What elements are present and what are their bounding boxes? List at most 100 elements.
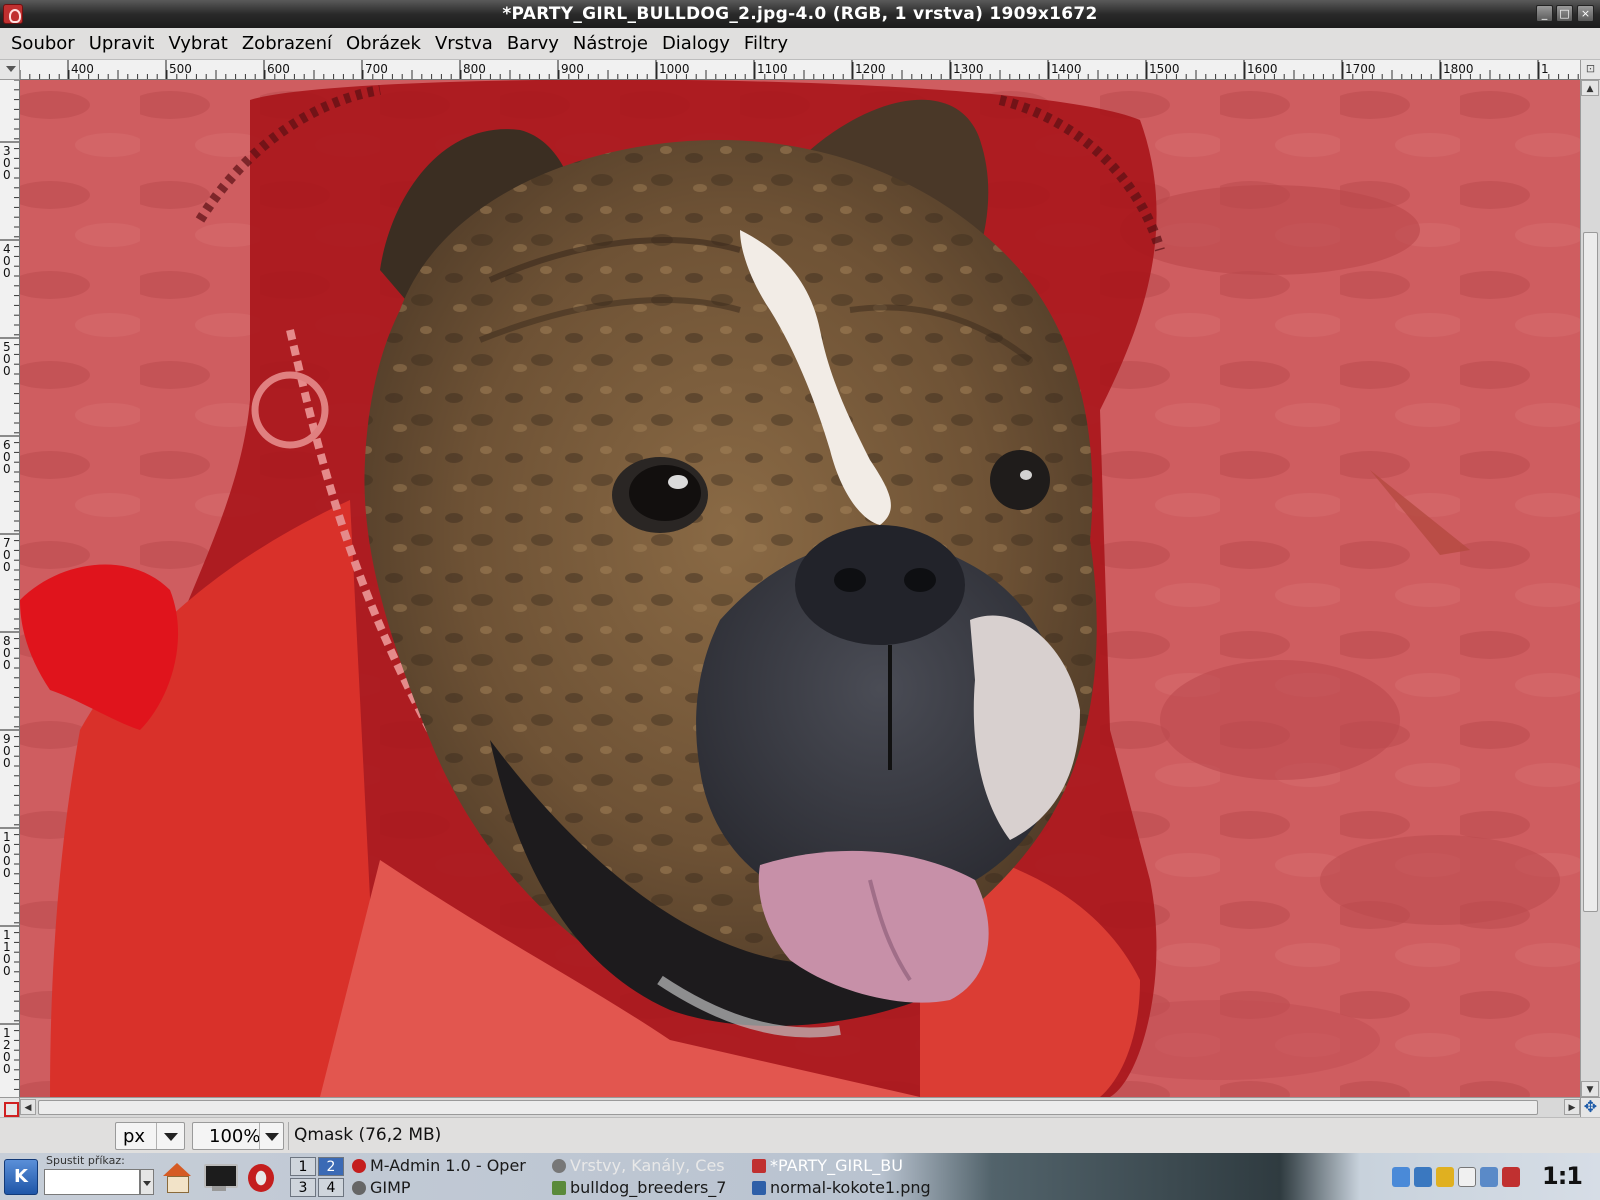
gimp-wilber-icon (752, 1159, 766, 1173)
ruler-tick-label: 600 (3, 438, 11, 476)
navigate-icon[interactable]: ✥ (1580, 1097, 1600, 1117)
statusbar: px 100% Qmask (76,2 MB) (0, 1117, 1600, 1153)
ruler-tick-label: 800 (3, 634, 11, 672)
klipper-icon[interactable] (1436, 1167, 1454, 1187)
chevron-down-icon[interactable] (156, 1123, 184, 1149)
menu-vybrat[interactable]: Vybrat (161, 33, 234, 54)
menu-upravit[interactable]: Upravit (82, 33, 162, 54)
close-icon[interactable]: × (1577, 5, 1594, 22)
clock[interactable]: 1:1 (1542, 1162, 1583, 1190)
command-input[interactable] (44, 1169, 140, 1195)
desktop-1[interactable]: 1 (290, 1157, 316, 1176)
gimp-eye-icon (552, 1159, 566, 1173)
menu-zobrazeni[interactable]: Zobrazení (235, 33, 339, 54)
horizontal-scrollbar[interactable]: ◀ ▶ (20, 1097, 1580, 1117)
zoom-select[interactable]: 100% (192, 1122, 284, 1150)
vertical-scrollbar[interactable]: ▲ ▼ (1580, 80, 1600, 1097)
home-folder-icon[interactable] (160, 1159, 194, 1195)
menu-dialogy[interactable]: Dialogy (655, 33, 737, 54)
sync-icon[interactable] (1480, 1167, 1498, 1187)
task-gimp[interactable]: GIMP (352, 1177, 542, 1198)
image-menu-button[interactable] (0, 60, 20, 80)
ruler-tick-label: 1500 (1149, 62, 1180, 76)
scroll-left-icon[interactable]: ◀ (20, 1099, 36, 1115)
desktop-4[interactable]: 4 (318, 1178, 344, 1197)
command-label: Spustit příkaz: (46, 1154, 125, 1167)
ruler-tick-label: 1200 (855, 62, 886, 76)
task-party-girl-image[interactable]: *PARTY_GIRL_BU (752, 1155, 942, 1176)
ruler-tick-label: 1000 (659, 62, 690, 76)
task-bulldog-breeders[interactable]: bulldog_breeders_7 (552, 1177, 742, 1198)
command-history-icon[interactable] (140, 1169, 154, 1195)
unit-select[interactable]: px (115, 1122, 185, 1150)
task-label: Vrstvy, Kanály, Ces (570, 1156, 725, 1175)
ruler-tick-label: 1 (1541, 62, 1549, 76)
chevron-down-icon[interactable] (259, 1123, 283, 1149)
zoom-on-resize-icon[interactable]: ⊡ (1580, 60, 1600, 80)
menu-barvy[interactable]: Barvy (500, 33, 566, 54)
horizontal-ruler[interactable]: 400 500 600 700 800 900 1000 1100 1200 1300 1400 15… (20, 60, 1580, 80)
horizontal-scroll-thumb[interactable] (38, 1100, 1538, 1115)
desktop-3[interactable]: 3 (290, 1178, 316, 1197)
horizontal-ruler-scale: 400 500 600 700 800 900 1000 1100 1200 1300 1400 15… (20, 60, 1579, 79)
ruler-tick-label: 500 (169, 62, 192, 76)
ruler-tick-label: 1000 (3, 830, 11, 880)
taskbar: K Spustit příkaz: 1 2 3 4 M-Admin 1.0 - … (0, 1153, 1600, 1200)
task-label: normal-kokote1.png (770, 1178, 931, 1197)
task-label: *PARTY_GIRL_BU (770, 1156, 903, 1175)
ruler-tick-label: 300 (3, 144, 11, 182)
status-message: Qmask (76,2 MB) (294, 1125, 442, 1145)
minimize-icon[interactable]: _ (1536, 5, 1553, 22)
opera-icon[interactable] (244, 1159, 278, 1195)
scroll-up-icon[interactable]: ▲ (1581, 80, 1599, 96)
ruler-tick-label: 400 (71, 62, 94, 76)
task-layers-dialog[interactable]: Vrstvy, Kanály, Ces (552, 1155, 742, 1176)
window-titlebar[interactable]: *PARTY_GIRL_BULLDOG_2.jpg-4.0 (RGB, 1 vr… (0, 0, 1600, 28)
kde-menu-icon[interactable]: K (4, 1159, 38, 1195)
quick-mask-toggle[interactable] (0, 1097, 20, 1117)
ruler-tick-label: 800 (463, 62, 486, 76)
status-divider (288, 1122, 289, 1150)
ruler-tick-label: 1600 (1247, 62, 1278, 76)
ruler-tick-label: 1400 (1051, 62, 1082, 76)
ruler-tick-label: 1800 (1443, 62, 1474, 76)
ruler-tick-label: 400 (3, 242, 11, 280)
task-label: bulldog_breeders_7 (570, 1178, 727, 1197)
ruler-tick-label: 1100 (757, 62, 788, 76)
scroll-down-icon[interactable]: ▼ (1581, 1081, 1599, 1097)
window-title: *PARTY_GIRL_BULLDOG_2.jpg-4.0 (RGB, 1 vr… (502, 4, 1098, 24)
task-label: GIMP (370, 1178, 411, 1197)
menu-filtry[interactable]: Filtry (737, 33, 795, 54)
vertical-scroll-thumb[interactable] (1583, 232, 1598, 912)
menu-soubor[interactable]: Soubor (4, 33, 82, 54)
maximize-icon[interactable]: □ (1556, 5, 1573, 22)
ruler-tick-label: 700 (365, 62, 388, 76)
network-icon[interactable] (1414, 1167, 1432, 1187)
terminal-icon[interactable] (202, 1159, 238, 1195)
desktop-2[interactable]: 2 (318, 1157, 344, 1176)
image-canvas[interactable] (20, 80, 1580, 1097)
task-opera[interactable]: M-Admin 1.0 - Oper (352, 1155, 542, 1176)
menu-obrazek[interactable]: Obrázek (339, 33, 428, 54)
image-icon (752, 1181, 766, 1195)
unit-value: px (123, 1126, 146, 1147)
gimp-tray-icon[interactable] (1502, 1167, 1520, 1187)
ruler-tick-label: 1200 (3, 1026, 11, 1076)
ruler-tick-label: 600 (267, 62, 290, 76)
kwallet-icon[interactable] (1458, 1167, 1476, 1187)
zoom-value: 100% (209, 1126, 261, 1147)
ruler-tick-label: 1300 (953, 62, 984, 76)
task-normal-kokote[interactable]: normal-kokote1.png (752, 1177, 942, 1198)
scroll-right-icon[interactable]: ▶ (1564, 1099, 1580, 1115)
ruler-tick-label: 500 (3, 340, 11, 378)
menu-nastroje[interactable]: Nástroje (566, 33, 655, 54)
opera-icon (352, 1159, 366, 1173)
desktop-pager: 1 2 3 4 (290, 1157, 346, 1199)
bulldog-face-photo (20, 80, 1580, 1097)
task-label: M-Admin 1.0 - Oper (370, 1156, 526, 1175)
volume-icon[interactable] (1392, 1167, 1410, 1187)
image-icon (552, 1181, 566, 1195)
menu-vrstva[interactable]: Vrstva (428, 33, 500, 54)
ruler-tick-label: 900 (3, 732, 11, 770)
vertical-ruler[interactable]: 300 400 500 600 700 800 900 1000 1100 1200 (0, 80, 20, 1097)
